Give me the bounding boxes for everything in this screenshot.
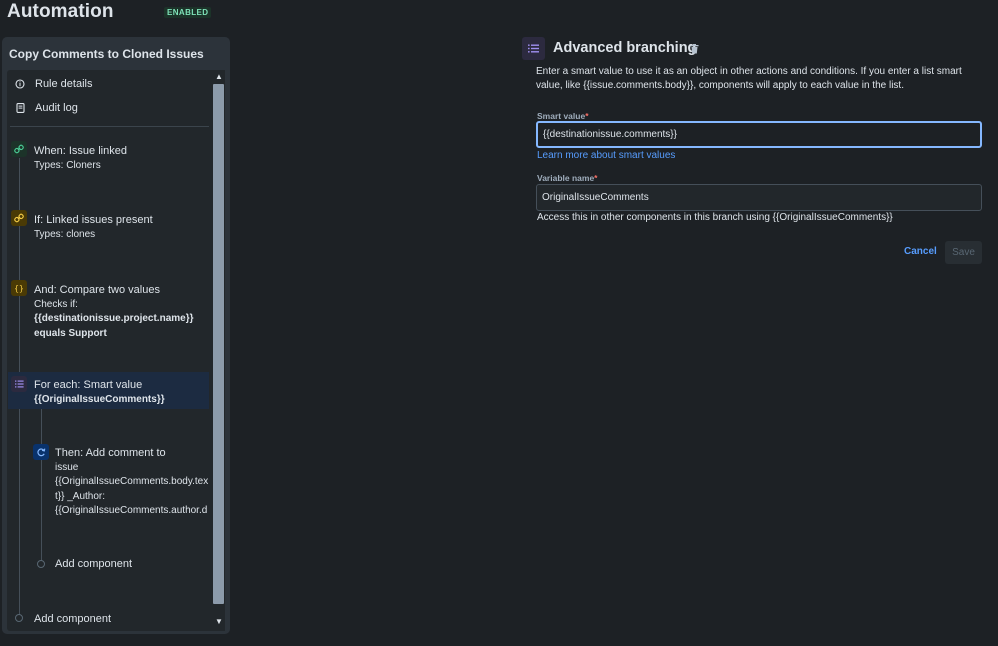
rule-details-label: Rule details xyxy=(35,78,93,90)
condition1-title: If: Linked issues present xyxy=(34,214,153,226)
linked-issues-icon xyxy=(11,210,27,226)
trash-icon[interactable] xyxy=(690,43,699,57)
branch-flow-line xyxy=(41,409,42,564)
condition2-value: {{destinationissue.project.name}} xyxy=(34,313,194,324)
save-button[interactable]: Save xyxy=(945,241,982,264)
trigger-sub: Types: Cloners xyxy=(34,159,101,171)
rule-details-link[interactable]: Rule details xyxy=(15,78,92,90)
page-title: Automation xyxy=(7,1,114,22)
action-line1: Then: Add comment to xyxy=(55,447,166,459)
branch-component[interactable]: For each: Smart value {{OriginalIssueCom… xyxy=(34,378,165,407)
scrollbar-thumb[interactable] xyxy=(213,84,224,604)
action-line4: t}} _Author: xyxy=(55,490,106,502)
add-component-inner-button[interactable]: Add component xyxy=(55,557,132,572)
condition2-title: And: Compare two values xyxy=(34,284,160,296)
action-line3: {{OriginalIssueComments.body.tex xyxy=(55,476,209,487)
variable-name-label: Variable name* xyxy=(537,173,598,183)
smart-value-label: Smart value* xyxy=(537,111,589,121)
variable-help-text: Access this in other components in this … xyxy=(537,212,893,223)
condition2-sub: Checks if: xyxy=(34,298,78,310)
learn-more-link[interactable]: Learn more about smart values xyxy=(537,150,675,161)
variable-name-input[interactable]: OriginalIssueComments xyxy=(536,184,982,211)
divider xyxy=(10,126,209,127)
action-line2: issue xyxy=(55,461,79,473)
action-line5: {{OriginalIssueComments.author.d xyxy=(55,505,208,516)
trigger-component[interactable]: When: Issue linked Types: Cloners xyxy=(34,144,127,173)
required-marker: * xyxy=(585,111,589,121)
required-marker: * xyxy=(594,173,598,183)
audit-log-link[interactable]: Audit log xyxy=(15,102,78,114)
scroll-up-icon[interactable]: ▲ xyxy=(214,72,224,81)
comment-icon xyxy=(33,444,49,460)
add-node-circle xyxy=(15,614,23,622)
rule-name[interactable]: Copy Comments to Cloned Issues xyxy=(9,47,204,61)
trigger-title: When: Issue linked xyxy=(34,145,127,157)
info-icon xyxy=(15,79,25,89)
curly-braces-icon: {} xyxy=(11,280,27,296)
editor-description: Enter a smart value to use it as an obje… xyxy=(536,66,962,91)
document-icon xyxy=(15,103,25,113)
add-component-outer-button[interactable]: Add component xyxy=(34,612,111,627)
condition2-operator: equals Support xyxy=(34,327,107,339)
editor-title: Advanced branching xyxy=(553,40,697,56)
branch-title: For each: Smart value xyxy=(34,379,143,391)
action-add-comment[interactable]: Then: Add comment to issue {{OriginalIss… xyxy=(55,446,208,519)
smart-value-input[interactable]: {{destinationissue.comments}} xyxy=(536,121,982,148)
list-icon xyxy=(522,37,545,60)
cancel-button[interactable]: Cancel xyxy=(904,246,937,257)
condition1-sub: Types: clones xyxy=(34,228,96,240)
status-badge: ENABLED xyxy=(164,7,212,18)
list-icon xyxy=(11,376,27,392)
condition-linked-issues[interactable]: If: Linked issues present Types: clones xyxy=(34,213,153,242)
condition-compare-values[interactable]: And: Compare two values Checks if: {{des… xyxy=(34,283,194,341)
link-icon xyxy=(11,141,27,157)
audit-log-label: Audit log xyxy=(35,102,78,114)
branch-value: {{OriginalIssueComments}} xyxy=(34,393,165,405)
scroll-down-icon[interactable]: ▼ xyxy=(214,617,224,626)
add-node-circle xyxy=(37,560,45,568)
